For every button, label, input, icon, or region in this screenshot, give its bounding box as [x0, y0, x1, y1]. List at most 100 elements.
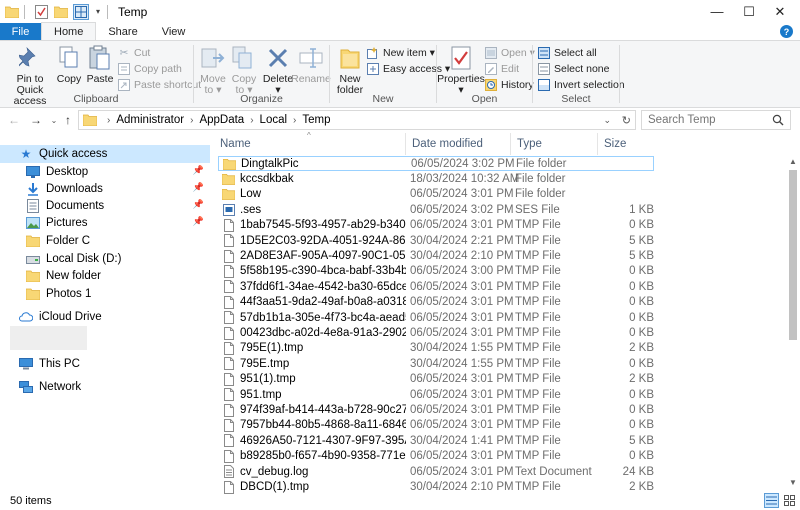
address-dropdown-chevron-icon[interactable]: ⌄ — [603, 115, 611, 126]
table-row[interactable]: 44f3aa51-9da2-49af-b0a8-a03185aec0e2.t..… — [218, 295, 654, 310]
copy-to-button[interactable]: Copy to ▾ — [229, 44, 259, 96]
copy-button[interactable]: Copy — [55, 44, 83, 85]
address-bar[interactable]: › Administrator › AppData › Local › Temp… — [78, 110, 636, 130]
table-row[interactable]: 5f58b195-c390-4bca-babf-33b4b0800878....… — [218, 264, 654, 279]
search-box[interactable] — [641, 110, 791, 130]
scroll-down-arrow-icon[interactable]: ▼ — [789, 478, 797, 487]
history-button[interactable]: History — [484, 77, 534, 92]
table-row[interactable]: 57db1b1a-305e-4f73-bc4a-aead56addee3....… — [218, 310, 654, 325]
large-icons-view-icon[interactable] — [782, 493, 797, 508]
column-header-size[interactable]: Size — [598, 133, 654, 155]
folder-icon — [25, 269, 41, 283]
edit-button[interactable]: Edit — [484, 61, 519, 76]
delete-button[interactable]: Delete ▾ — [262, 44, 294, 96]
table-row[interactable]: 951.tmp 06/05/2024 3:01 PM TMP File 0 KB — [218, 387, 654, 402]
file-type: TMP File — [515, 311, 561, 324]
vertical-scrollbar[interactable]: ▲ ▼ — [786, 131, 800, 491]
refresh-icon[interactable]: ↻ — [622, 114, 631, 127]
pin-icon[interactable]: 📌 — [193, 182, 204, 193]
nav-item-label: New folder — [46, 269, 101, 282]
table-row[interactable]: .ses 06/05/2024 3:02 PM SES File 1 KB — [218, 202, 654, 217]
table-row[interactable]: 2AD8E3AF-905A-4097-90C1-05D5E39CB0... 30/… — [218, 248, 654, 263]
tab-home[interactable]: Home — [41, 22, 97, 40]
forward-arrow-icon[interactable]: → — [28, 112, 44, 128]
table-row[interactable]: b89285b0-f657-4b90-9358-771e605dd719....… — [218, 449, 654, 464]
file-name-cell: 37fdd6f1-34ae-4542-ba30-65dcea216d5f.... — [222, 280, 406, 294]
table-row[interactable]: 795E.tmp 30/04/2024 1:55 PM TMP File 0 KB — [218, 356, 654, 371]
scroll-up-arrow-icon[interactable]: ▲ — [789, 157, 797, 166]
rename-button[interactable]: Rename — [291, 44, 331, 85]
new-folder-quick-icon[interactable] — [53, 4, 69, 20]
nav-item-pictures[interactable]: Pictures 📌 — [0, 214, 210, 231]
file-name-cell: kccsdkbak — [222, 173, 406, 186]
paste-button[interactable]: Paste — [85, 44, 115, 85]
select-all-button[interactable]: Select all — [537, 45, 597, 60]
breadcrumb-administrator[interactable]: Administrator — [116, 114, 184, 126]
back-arrow-icon[interactable]: ← — [6, 112, 22, 128]
table-row[interactable]: DingtalkPic 06/05/2024 3:02 PM File folder — [218, 156, 654, 172]
column-header-date-modified[interactable]: Date modified — [406, 133, 511, 155]
nav-item-photos-1[interactable]: Photos 1 — [0, 285, 210, 302]
table-row[interactable]: 7957bb44-80b5-4868-8a11-68467b68fc93....… — [218, 418, 654, 433]
nav-this-pc[interactable]: This PC — [0, 355, 210, 372]
cut-button[interactable]: ✂ Cut — [117, 45, 151, 60]
column-header-type[interactable]: Type — [511, 133, 598, 155]
select-group: Select all Select none Invert selection … — [533, 41, 625, 107]
file-type: TMP File — [515, 296, 561, 309]
table-row[interactable]: 795E(1).tmp 30/04/2024 1:55 PM TMP File 2 K… — [218, 341, 654, 356]
table-row[interactable]: Low 06/05/2024 3:01 PM File folder — [218, 187, 654, 202]
copy-path-button[interactable]: Copy path — [117, 61, 182, 76]
breadcrumb-temp[interactable]: Temp — [302, 114, 330, 126]
table-row[interactable]: 1D5E2C03-92DA-4051-924A-868931450A... 30/… — [218, 233, 654, 248]
nav-item-documents[interactable]: Documents 📌 — [0, 197, 210, 214]
nav-quick-access[interactable]: ★ Quick access — [0, 145, 210, 163]
table-row[interactable]: 46926A50-7121-4307-9F97-395AB4760AB... 30… — [218, 433, 654, 448]
table-row[interactable]: cv_debug.log 06/05/2024 3:01 PM Text Docum… — [218, 464, 654, 479]
table-row[interactable]: 974f39af-b414-443a-b728-90c271f15ee2.t..… — [218, 402, 654, 417]
pin-icon[interactable]: 📌 — [193, 216, 204, 227]
properties-button[interactable]: Properties ▾ — [437, 44, 485, 96]
file-size: 2 KB — [629, 373, 654, 386]
breadcrumb-appdata[interactable]: AppData — [199, 114, 244, 126]
new-folder-button[interactable]: New folder — [334, 44, 366, 96]
tab-file[interactable]: File — [0, 23, 41, 40]
file-date: 06/05/2024 3:01 PM — [410, 219, 514, 232]
paste-shortcut-button[interactable]: Paste shortcut — [117, 77, 201, 92]
pin-icon[interactable]: 📌 — [193, 199, 204, 210]
file-date: 06/05/2024 3:02 PM — [411, 157, 515, 170]
tab-share[interactable]: Share — [96, 23, 149, 40]
nav-item-local-disk-d[interactable]: Local Disk (D:) — [0, 250, 210, 267]
new-item-button[interactable]: New item ▾ — [366, 45, 435, 60]
nav-item-downloads[interactable]: Downloads 📌 — [0, 180, 210, 197]
pin-icon[interactable]: 📌 — [193, 165, 204, 176]
nav-network[interactable]: Network — [0, 378, 210, 395]
nav-item-new-folder[interactable]: New folder — [0, 267, 210, 284]
file-type: TMP File — [515, 327, 561, 340]
up-arrow-icon[interactable]: ↑ — [60, 112, 76, 128]
view-quick-icon[interactable] — [73, 3, 89, 20]
search-input[interactable] — [648, 114, 768, 126]
nav-icloud-drive[interactable]: iCloud Drive — [0, 308, 210, 325]
nav-item-desktop[interactable]: Desktop 📌 — [0, 163, 210, 180]
tab-view[interactable]: View — [150, 23, 198, 40]
table-row[interactable]: 951(1).tmp 06/05/2024 3:01 PM TMP File 2 KB — [218, 372, 654, 387]
help-icon[interactable]: ? — [780, 25, 793, 38]
table-row[interactable]: 37fdd6f1-34ae-4542-ba30-65dcea216d5f....… — [218, 279, 654, 294]
properties-quick-icon[interactable] — [33, 4, 49, 20]
table-row[interactable]: 00423dbc-a02d-4e8a-91a3-29025e514b79....… — [218, 325, 654, 340]
table-row[interactable]: 1bab7545-5f93-4957-ab29-b34074ae8a5e....… — [218, 218, 654, 233]
select-none-button[interactable]: Select none — [537, 61, 609, 76]
invert-selection-button[interactable]: Invert selection — [537, 77, 625, 92]
details-view-icon[interactable] — [764, 493, 779, 508]
table-row[interactable]: kccsdkbak 18/03/2024 10:32 AM File folder — [218, 171, 654, 186]
scroll-thumb[interactable] — [789, 170, 797, 340]
search-icon[interactable] — [772, 114, 784, 129]
open-button[interactable]: Open ▾ — [484, 45, 535, 60]
column-header-name[interactable]: Name — [214, 133, 406, 155]
close-button[interactable]: ✕ — [757, 0, 800, 23]
file-size: 24 KB — [622, 465, 654, 478]
move-to-button[interactable]: Move to ▾ — [198, 44, 228, 96]
customize-toolbar-chevron-icon[interactable]: ▾ — [93, 4, 103, 20]
nav-item-folder-c[interactable]: Folder C — [0, 232, 210, 249]
breadcrumb-local[interactable]: Local — [260, 114, 288, 126]
